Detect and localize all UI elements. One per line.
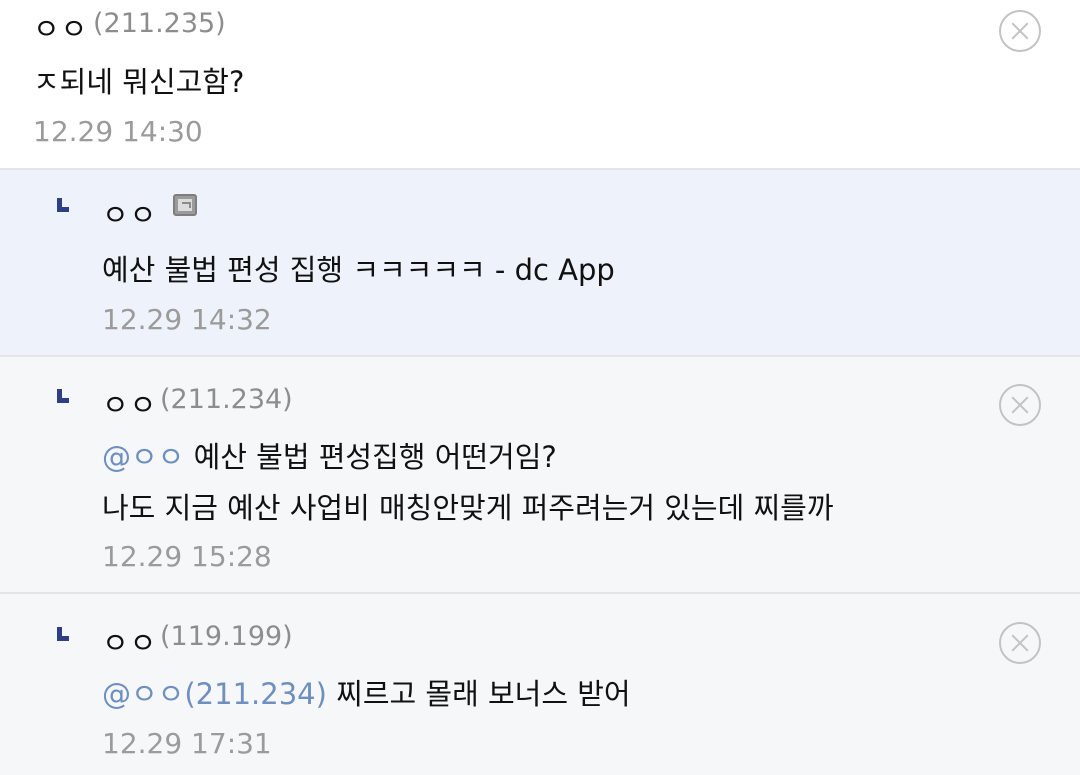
comment-body: ㅈ되네 뭐신고함? (33, 65, 245, 99)
reply-item: ㅇㅇ (119.199) @ㅇㅇ(211.234) 찌르고 몰래 보너스 받어 … (0, 594, 1080, 775)
close-circle-icon[interactable] (999, 10, 1041, 52)
comment-nickname[interactable]: ㅇㅇ (102, 620, 157, 662)
mobile-app-icon (173, 194, 197, 216)
comment-text: 찌르고 몰래 보너스 받어 (326, 677, 631, 711)
close-circle-icon[interactable] (999, 622, 1041, 664)
comment-body: 예산 불법 편성 집행 ㅋㅋㅋㅋㅋ - dc App (102, 253, 615, 287)
comment-body: @ㅇㅇ 예산 불법 편성집행 어떤거임? (102, 432, 557, 482)
comment-time: 12.29 14:32 (102, 303, 272, 336)
reply-item: ㅇㅇ 예산 불법 편성 집행 ㅋㅋㅋㅋㅋ - dc App 12.29 14:3… (0, 170, 1080, 357)
comment-nickname[interactable]: ㅇㅇ (102, 382, 157, 424)
comment-ip: (119.199) (160, 621, 293, 652)
reply-arrow-icon (57, 198, 69, 212)
comment-time: 12.29 15:28 (102, 540, 272, 573)
comment-item: ㅇㅇ (211.235) ㅈ되네 뭐신고함? 12.29 14:30 (0, 0, 1080, 170)
comment-nickname[interactable]: ㅇㅇ (102, 192, 157, 234)
comment-ip: (211.234) (160, 384, 293, 415)
comment-body: @ㅇㅇ(211.234) 찌르고 몰래 보너스 받어 (102, 669, 631, 719)
comment-text: 예산 불법 편성집행 어떤거임? (184, 440, 557, 474)
reply-item: ㅇㅇ (211.234) @ㅇㅇ 예산 불법 편성집행 어떤거임? 나도 지금 … (0, 357, 1080, 594)
mention-link[interactable]: @ㅇㅇ(211.234) (102, 677, 327, 711)
comment-ip: (211.235) (93, 8, 226, 39)
reply-arrow-icon (57, 627, 69, 641)
comment-time: 12.29 17:31 (102, 727, 272, 760)
reply-arrow-icon (57, 389, 69, 403)
close-circle-icon[interactable] (999, 384, 1041, 426)
mention-link[interactable]: @ㅇㅇ (102, 440, 184, 474)
comment-nickname[interactable]: ㅇㅇ (33, 6, 88, 48)
comment-body-line: 나도 지금 예산 사업비 매칭안맞게 퍼주려는거 있는데 찌를까 (102, 491, 834, 525)
comment-time: 12.29 14:30 (33, 115, 203, 148)
